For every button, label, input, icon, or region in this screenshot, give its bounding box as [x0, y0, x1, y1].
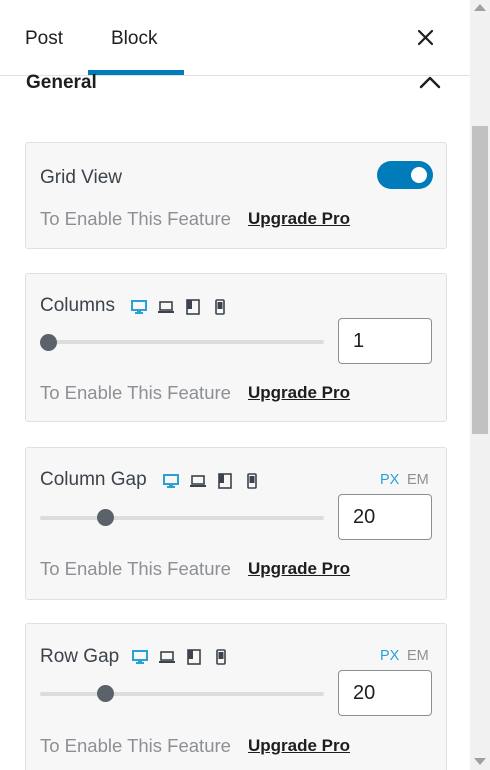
upgrade-pro-link[interactable]: Upgrade Pro — [248, 736, 350, 756]
unit-px-button[interactable]: PX — [380, 648, 399, 664]
close-icon — [417, 29, 434, 46]
upgrade-notice-text: To Enable This Feature — [40, 208, 231, 229]
close-button[interactable] — [414, 26, 438, 50]
upgrade-notice-text: To Enable This Feature — [40, 735, 231, 756]
grid-view-toggle[interactable] — [377, 161, 433, 189]
upgrade-pro-link[interactable]: Upgrade Pro — [248, 559, 350, 579]
device-switcher — [131, 299, 228, 315]
row-gap-slider-thumb[interactable] — [96, 685, 114, 702]
columns-input[interactable]: 1 — [338, 318, 432, 364]
scroll-down-icon[interactable] — [474, 758, 486, 765]
desktop-icon[interactable] — [163, 473, 179, 489]
upgrade-notice-text: To Enable This Feature — [40, 382, 231, 403]
grid-view-card: Grid View To Enable This Feature Upgrade… — [25, 142, 447, 249]
unit-em-button[interactable]: EM — [407, 648, 429, 664]
column-gap-input[interactable]: 20 — [338, 494, 432, 540]
chevron-up-icon — [419, 76, 441, 89]
grid-view-label: Grid View — [40, 167, 123, 188]
laptop-icon[interactable] — [158, 299, 174, 315]
tab-block[interactable]: Block — [111, 28, 157, 50]
laptop-icon[interactable] — [190, 473, 206, 489]
device-switcher — [163, 473, 260, 489]
collapse-button[interactable] — [418, 70, 442, 94]
column-gap-slider-track[interactable] — [40, 516, 324, 520]
tablet-icon[interactable] — [217, 473, 233, 489]
desktop-icon[interactable] — [131, 299, 147, 315]
columns-slider-thumb[interactable] — [40, 334, 57, 351]
unit-px-button[interactable]: PX — [380, 472, 399, 488]
row-gap-label: Row Gap — [40, 646, 120, 667]
mobile-icon[interactable] — [212, 299, 228, 315]
sidebar-tabs: Post Block — [0, 0, 470, 76]
scroll-up-icon[interactable] — [474, 4, 486, 11]
row-gap-slider-track[interactable] — [40, 692, 324, 696]
mobile-icon[interactable] — [244, 473, 260, 489]
device-switcher — [132, 649, 229, 665]
panel-title: General — [26, 72, 97, 93]
upgrade-notice-text: To Enable This Feature — [40, 558, 231, 579]
column-gap-label: Column Gap — [40, 469, 147, 490]
row-gap-card: Row Gap PX EM 20 To Enable This Feature … — [25, 623, 447, 770]
mobile-icon[interactable] — [213, 649, 229, 665]
column-gap-slider-thumb[interactable] — [96, 509, 114, 526]
laptop-icon[interactable] — [159, 649, 175, 665]
row-gap-input[interactable]: 20 — [338, 670, 432, 716]
tab-post[interactable]: Post — [25, 28, 63, 50]
columns-slider-track[interactable] — [40, 340, 324, 344]
upgrade-pro-link[interactable]: Upgrade Pro — [248, 383, 350, 403]
toggle-knob — [411, 167, 427, 183]
unit-em-button[interactable]: EM — [407, 472, 429, 488]
tablet-icon[interactable] — [186, 649, 202, 665]
columns-label: Columns — [40, 295, 115, 316]
column-gap-card: Column Gap PX EM 20 To Enable This Featu… — [25, 447, 447, 600]
tablet-icon[interactable] — [185, 299, 201, 315]
desktop-icon[interactable] — [132, 649, 148, 665]
upgrade-pro-link[interactable]: Upgrade Pro — [248, 209, 350, 229]
scrollbar-thumb[interactable] — [472, 126, 488, 434]
columns-card: Columns 1 To Enable This Feature Upgrade… — [25, 273, 447, 422]
